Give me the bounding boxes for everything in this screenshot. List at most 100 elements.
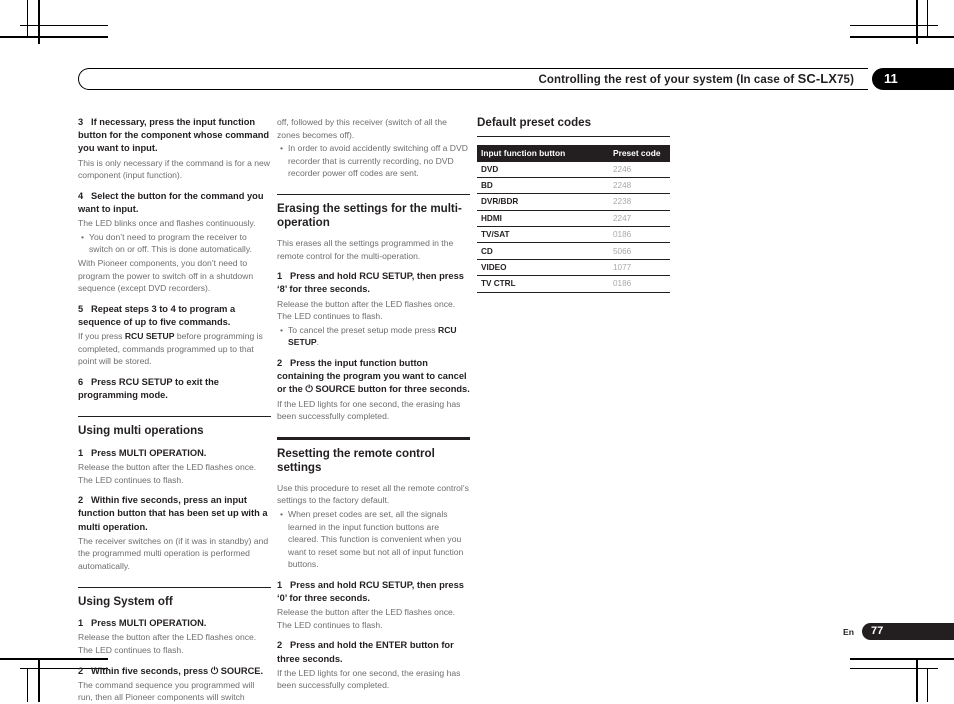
- cell-preset-code: 2248: [603, 177, 670, 195]
- erasing-step-2-number: 2: [277, 357, 283, 368]
- cell-preset-code: 2238: [603, 193, 670, 211]
- cell-preset-code: 2247: [603, 210, 670, 228]
- cell-preset-code: 5066: [603, 242, 670, 260]
- step-3-number: 3: [78, 117, 84, 127]
- cell-input-function-button: BD: [477, 177, 603, 195]
- resetting-step-2-title: 2 Press and hold the ENTER button for thr…: [277, 639, 470, 665]
- continued-body-text: off, followed by this receiver (switch o…: [277, 117, 447, 140]
- multi-step-1-body: Release the button after the LED flashes…: [78, 462, 257, 485]
- running-header-bar: Controlling the rest of your system (In …: [78, 68, 868, 90]
- systemoff-step-1-title: 1 Press MULTI OPERATION.: [78, 617, 271, 630]
- table-row: DVR/BDR 2238: [477, 193, 670, 211]
- footer-page-tab: 77: [862, 623, 954, 640]
- step-4-text: Select the button for the command you wa…: [78, 190, 264, 214]
- table-row: VIDEO 1077: [477, 259, 670, 277]
- crop-mark-top-left-horizontal: [0, 36, 108, 38]
- cell-input-function-button: HDMI: [477, 210, 603, 228]
- page-title-model-series: SC-LX: [797, 71, 838, 86]
- step-6-number: 6: [78, 376, 84, 387]
- multi-step-2-number: 2: [78, 495, 84, 506]
- page-title-suffix: ): [850, 74, 854, 86]
- erasing-step-1-bullet-post: .: [316, 337, 320, 348]
- page-title: Controlling the rest of your system (In …: [538, 71, 854, 86]
- resetting-step-1-number: 1: [277, 579, 283, 590]
- page-title-prefix: Controlling the rest of your system (In …: [538, 74, 798, 86]
- chapter-tab: 11: [872, 68, 954, 90]
- cell-input-function-button: DVD: [477, 161, 603, 178]
- section-heading-using-system-off: Using System off: [78, 586, 271, 610]
- cell-preset-code: 0186: [603, 226, 670, 244]
- step-4-body: The LED blinks once and flashes continuo…: [78, 218, 256, 229]
- table-row: BD 2248: [477, 177, 670, 195]
- page-title-model: SC-LX75: [798, 71, 851, 86]
- resetting-step-1-body: Release the button after the LED flashes…: [277, 607, 456, 630]
- crop-mark-top-right-inner-horizontal: [850, 25, 938, 27]
- erasing-step-1-body: Release the button after the LED flashes…: [277, 298, 456, 322]
- crop-mark-top-right-inner-vertical: [927, 0, 929, 37]
- continued-bullet: In order to avoid accidently switching o…: [280, 142, 470, 180]
- chapter-number: 11: [884, 71, 898, 86]
- step-5-number: 5: [78, 303, 84, 314]
- erasing-step-2-title: 2 Press the input function button contain…: [277, 357, 470, 397]
- footer-language-code: En: [843, 627, 854, 637]
- multi-step-2-body: The receiver switches on (if it was in s…: [78, 535, 269, 572]
- resetting-intro: Use this procedure to reset all the remo…: [277, 482, 469, 506]
- step-3-text: If necessary, press the input function b…: [78, 117, 270, 154]
- crop-mark-top-right-vertical: [916, 0, 918, 44]
- step-5-title: 5 Repeat steps 3 to 4 to program a sequen…: [78, 303, 271, 329]
- preset-codes-table-body: DVD 2246 BD 2248 DVR/BDR 2238 HDMI 2247 …: [477, 161, 670, 293]
- cell-input-function-button: VIDEO: [477, 259, 603, 277]
- cell-input-function-button: TV CTRL: [477, 275, 603, 293]
- erasing-step-1-title: 1 Press and hold RCU SETUP, then press ‘8…: [277, 270, 470, 296]
- systemoff-step-2-number: 2: [78, 665, 84, 676]
- systemoff-step-2-text-post: SOURCE.: [218, 665, 264, 676]
- section-heading-resetting-remote: Resetting the remote control settings: [277, 436, 470, 476]
- resetting-step-2-text: Press and hold the ENTER button for thre…: [277, 640, 454, 664]
- crop-mark-bottom-left-vertical: [38, 658, 40, 702]
- preset-codes-table: Input function button Preset code DVD 22…: [477, 144, 670, 293]
- cell-input-function-button: CD: [477, 242, 603, 260]
- step-5-text: Repeat steps 3 to 4 to program a sequenc…: [78, 303, 236, 327]
- column-three: Default preset codes Input function butt…: [477, 116, 670, 293]
- cell-preset-code: 2246: [603, 161, 670, 178]
- resetting-step-2-body: If the LED lights for one second, the er…: [277, 667, 461, 691]
- step-5-body-emphasis: RCU SETUP: [124, 331, 175, 342]
- column-one: 3 If necessary, press the input function …: [78, 116, 271, 704]
- crop-mark-top-right-horizontal: [850, 36, 954, 38]
- crop-mark-bottom-right-vertical: [916, 658, 918, 702]
- step-5-body-pre: If you press: [78, 331, 125, 342]
- erasing-step-2-body: If the LED lights for one second, the er…: [277, 398, 461, 422]
- table-row: HDMI 2247: [477, 210, 670, 228]
- systemoff-step-2-text-pre: Within five seconds, press: [91, 665, 211, 676]
- step-4-body-2: With Pioneer components, you don’t need …: [78, 257, 254, 294]
- systemoff-step-1-text: Press MULTI OPERATION.: [91, 618, 207, 629]
- column-header-input-function-button: Input function button: [477, 144, 603, 162]
- crop-mark-top-left-inner-vertical: [27, 0, 29, 37]
- resetting-step-1-title: 1 Press and hold RCU SETUP, then press ‘0…: [277, 579, 470, 605]
- resetting-bullet: When preset codes are set, all the signa…: [280, 508, 470, 571]
- systemoff-step-2-body: The command sequence you programmed will…: [78, 679, 255, 703]
- erasing-step-1-text: Press and hold RCU SETUP, then press ‘8’…: [277, 271, 464, 295]
- cell-preset-code: 1077: [603, 259, 670, 277]
- erasing-intro: This erases all the settings programmed …: [277, 237, 454, 261]
- cell-input-function-button: TV/SAT: [477, 226, 603, 244]
- erasing-step-1-number: 1: [277, 271, 283, 282]
- systemoff-step-1-number: 1: [78, 618, 84, 629]
- step-5-body: If you press RCU SETUP before programmin…: [78, 330, 271, 368]
- crop-mark-top-left-inner-horizontal: [20, 25, 108, 27]
- step-6-text: Press RCU SETUP to exit the programming …: [78, 376, 219, 401]
- page-title-model-number: 75: [837, 74, 851, 86]
- table-row: TV CTRL 0186: [477, 275, 670, 293]
- power-source-icon: ⏻: [305, 384, 313, 396]
- erasing-step-2-text-post: SOURCE button for three seconds.: [312, 384, 470, 395]
- erasing-step-1-bullet-pre: To cancel the preset setup mode press: [288, 324, 438, 335]
- cell-preset-code: 0186: [603, 275, 670, 293]
- preset-codes-table-head: Input function button Preset code: [477, 144, 670, 162]
- step-3-body: This is only necessary if the command is…: [78, 157, 271, 181]
- step-3-title: 3 If necessary, press the input function …: [78, 116, 271, 156]
- table-header-row: Input function button Preset code: [477, 144, 670, 162]
